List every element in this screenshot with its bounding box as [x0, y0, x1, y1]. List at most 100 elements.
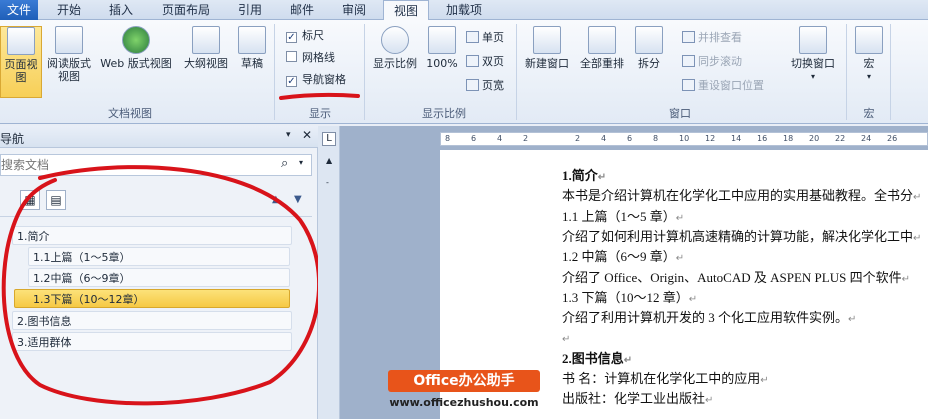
paragraph-mark-icon: ↵	[675, 253, 685, 265]
outline-label: 大纲视图	[184, 57, 228, 70]
paragraph-mark-icon: ↵	[562, 334, 571, 346]
gridlines-checkbox[interactable]: 网格线	[286, 50, 335, 66]
separator	[274, 24, 275, 120]
draft-label: 草稿	[241, 57, 263, 70]
switch-windows-button[interactable]: 切换窗口 ▾	[786, 26, 840, 83]
nav-pane-title: 导航	[0, 132, 25, 146]
tab-selector-icon[interactable]: L	[322, 132, 336, 146]
print-layout-label: 页面视图	[4, 58, 38, 84]
ruler-tick-label: 4	[601, 134, 607, 143]
doc-paragraph: 书 名：计算机在化学化工中的应用↵	[562, 369, 769, 389]
tab-file[interactable]: 文件	[0, 0, 38, 20]
print-layout-icon	[7, 27, 35, 55]
doc-paragraph-text: 介绍了 Office、Origin、AutoCAD 及 ASPEN PLUS 四…	[562, 269, 902, 285]
group-label-zoom: 显示比例	[422, 107, 466, 120]
tab-mailings[interactable]: 邮件	[278, 0, 326, 20]
split-button[interactable]: 拆分	[632, 26, 666, 70]
doc-paragraph-text: 出版社：化学工业出版社	[562, 391, 706, 407]
doc-paragraph: 1.3 下篇（10～12 章）↵	[562, 288, 697, 308]
sync-scroll-button[interactable]: 同步滚动	[682, 54, 742, 70]
new-window-button[interactable]: 新建窗口	[520, 26, 574, 70]
one-page-button[interactable]: 单页	[466, 30, 504, 46]
tab-review[interactable]: 审阅	[330, 0, 378, 20]
paragraph-mark-icon: ↵	[913, 232, 922, 244]
tab-view[interactable]: 视图	[383, 0, 429, 21]
doc-paragraph: 1.1 上篇（1～5 章）↵	[562, 207, 684, 227]
tab-addins[interactable]: 加载项	[434, 0, 494, 20]
side-by-side-button[interactable]: 并排查看	[682, 30, 742, 46]
pane-options-chevron-icon[interactable]: ▾	[286, 130, 291, 140]
page-width-button[interactable]: 页宽	[466, 78, 504, 94]
paragraph-mark-icon: ↵	[913, 192, 922, 204]
two-pages-label: 双页	[482, 55, 504, 68]
ruler-tick-label: 6	[471, 134, 477, 143]
page-width-icon	[466, 79, 479, 91]
close-icon[interactable]: ✕	[302, 128, 312, 142]
tab-home[interactable]: 开始	[44, 0, 94, 20]
ruler-tick-label: 6	[627, 134, 633, 143]
doc-paragraph: 介绍了 Office、Origin、AutoCAD 及 ASPEN PLUS 四…	[562, 268, 910, 288]
reset-position-label: 重设窗口位置	[698, 79, 764, 92]
print-layout-view-button[interactable]: 页面视图	[0, 26, 42, 98]
tab-insert[interactable]: 插入	[98, 0, 144, 20]
two-pages-icon	[466, 55, 479, 67]
tab-references[interactable]: 引用	[226, 0, 274, 20]
ruler-tick-label: 12	[705, 134, 716, 143]
zoom-100-button[interactable]: 100%	[424, 26, 460, 70]
doc-paragraph: 1.2 中篇（6～9 章）↵	[562, 247, 684, 267]
paragraph-mark-icon: ↵	[597, 172, 607, 183]
side-by-side-icon	[682, 31, 695, 43]
arrange-all-label: 全部重排	[580, 57, 624, 70]
nav-pane-checkbox[interactable]: ✓ 导航窗格	[286, 72, 346, 88]
split-icon	[635, 26, 663, 54]
zoom-label: 显示比例	[373, 57, 417, 70]
ruler-tick-label: 18	[783, 134, 794, 143]
chevron-down-icon: ▾	[810, 72, 815, 81]
paragraph-mark-icon: ↵	[675, 212, 685, 224]
doc-paragraph-text: 介绍了利用计算机开发的 3 个化工应用软件实例。	[562, 310, 849, 326]
ruler-tick-label: 22	[835, 134, 846, 143]
scroll-up-icon[interactable]: ▲	[326, 156, 332, 165]
gridlines-label: 网格线	[302, 51, 335, 64]
doc-paragraph: 2.图书信息↵	[562, 349, 632, 369]
ruler-tick-label: 14	[731, 134, 742, 143]
two-pages-button[interactable]: 双页	[466, 54, 504, 70]
macros-button[interactable]: 宏 ▾	[852, 26, 886, 83]
horizontal-ruler[interactable]: 8 6 4 2 2 4 6 8 10 12 14 16 18 20 22 24 26	[440, 132, 928, 146]
reading-view-button[interactable]: 阅读版式 视图	[44, 26, 94, 83]
nav-pane-label: 导航窗格	[302, 73, 346, 86]
draft-icon	[238, 26, 266, 54]
ribbon: 页面视图 阅读版式 视图 Web 版式视图 大纲视图 草稿 文档视图 ✓ 标尺 网…	[0, 20, 928, 124]
web-layout-button[interactable]: Web 版式视图	[96, 26, 176, 70]
side-by-side-label: 并排查看	[698, 31, 742, 44]
ribbon-tab-bar: 文件 开始 插入 页面布局 引用 邮件 审阅 视图 加载项	[0, 0, 928, 21]
doc-paragraph-text: 书 名：计算机在化学化工中的应用	[562, 371, 761, 386]
draft-view-button[interactable]: 草稿	[236, 26, 268, 70]
globe-icon	[122, 26, 150, 54]
ruler-tick-label: 8	[653, 134, 659, 143]
reset-position-button[interactable]: 重设窗口位置	[682, 78, 764, 94]
ruler-tick-label: 16	[757, 134, 768, 143]
separator	[890, 24, 891, 120]
doc-paragraph: 1.简介↵	[562, 166, 606, 186]
watermark-badge: Office办公助手	[388, 370, 540, 392]
doc-paragraph: 介绍了如何利用计算机高速精确的计算功能，解决化学化工中↵	[562, 227, 921, 247]
scroll-marker-icon: -	[326, 178, 329, 187]
zoom-button[interactable]: 显示比例	[368, 26, 422, 70]
arrange-all-button[interactable]: 全部重排	[576, 26, 628, 70]
sync-scroll-icon	[682, 55, 695, 67]
zoom-100-label: 100%	[426, 57, 458, 70]
ruler-checkbox[interactable]: ✓ 标尺	[286, 28, 324, 44]
reset-position-icon	[682, 79, 695, 91]
outline-view-button[interactable]: 大纲视图	[178, 26, 234, 70]
paragraph-mark-icon: ↵	[760, 375, 769, 386]
split-label: 拆分	[638, 57, 660, 70]
paragraph-mark-icon: ↵	[705, 395, 714, 407]
web-layout-label: Web 版式视图	[100, 57, 172, 70]
paragraph-mark-icon: ↵	[901, 273, 910, 285]
doc-paragraph-text: 1.3 下篇（10～12 章）	[562, 289, 689, 305]
tab-page-layout[interactable]: 页面布局	[150, 0, 222, 20]
group-label-macros: 宏	[863, 107, 875, 120]
checkbox-empty-icon	[286, 51, 297, 62]
doc-paragraph-text: 1.2 中篇（6～9 章）	[562, 249, 676, 265]
